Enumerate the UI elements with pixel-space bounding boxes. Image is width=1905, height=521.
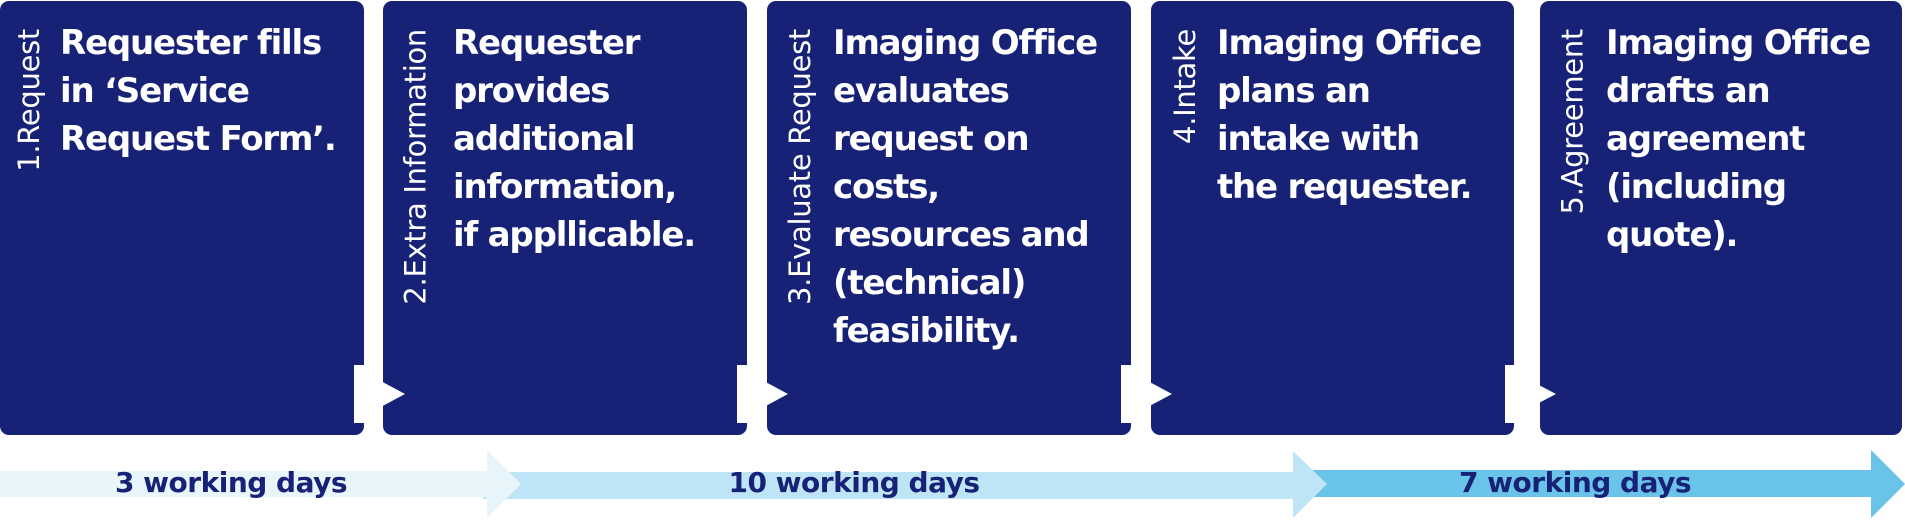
diagram-overlay	[0, 365, 1905, 518]
connector-arrow-icon	[737, 365, 788, 423]
connector-arrow-icon	[1121, 365, 1172, 423]
connector-arrow-icon	[1505, 365, 1556, 423]
connector-arrow-icon	[354, 365, 405, 423]
timeline-label-2: 10 working days	[728, 466, 980, 499]
timeline-label-3: 7 working days	[1458, 466, 1692, 499]
timeline-label-1: 3 working days	[114, 466, 348, 499]
